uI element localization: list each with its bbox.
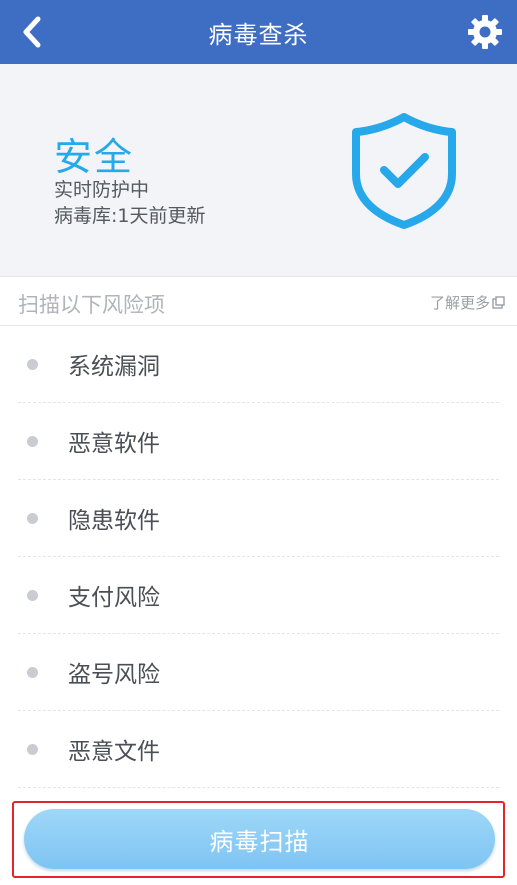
list-item: 恶意软件 [18,403,499,480]
risk-item-label: 恶意文件 [68,739,160,765]
gear-icon [468,15,502,49]
settings-button[interactable] [463,10,507,54]
list-item: 支付风险 [18,557,499,634]
learn-more-link[interactable]: 了解更多 [430,292,505,313]
bullet-dot [27,358,38,370]
list-item: 系统漏洞 [18,326,499,403]
bullet-dot [27,435,38,447]
shield-check-icon [352,113,456,229]
external-link-icon [492,296,505,309]
chevron-left-icon [23,16,41,48]
risk-item-label: 盗号风险 [68,662,160,688]
virus-scan-label: 病毒扫描 [209,827,310,856]
status-panel: 安全 实时防护中 病毒库:1天前更新 [0,64,517,276]
bullet-dot [27,743,38,755]
bullet-dot [27,666,38,678]
learn-more-label: 了解更多 [429,294,490,312]
page-title: 病毒查杀 [208,20,309,49]
bullet-dot [27,589,38,601]
risk-item-label: 恶意软件 [68,431,160,457]
realtime-protection-text: 实时防护中 [54,179,150,201]
section-title: 扫描以下风险项 [18,293,165,317]
back-button[interactable] [10,10,54,54]
risk-item-list: 系统漏洞 恶意软件 隐患软件 支付风险 盗号风险 恶意文件 [0,326,517,788]
top-bar: 病毒查杀 [0,0,517,64]
risk-item-label: 支付风险 [68,585,160,611]
scan-button-highlight: 病毒扫描 [12,801,505,878]
list-item: 盗号风险 [18,634,499,711]
app-screen: 病毒查杀 安全 实时防护中 病毒库:1天前更新 扫描以下风险项 了解更多 系统漏… [0,0,517,885]
list-item: 隐患软件 [18,480,499,557]
risk-item-label: 系统漏洞 [68,354,160,380]
status-headline: 安全 [54,135,135,179]
scan-items-header: 扫描以下风险项 了解更多 [0,276,517,326]
list-item: 恶意文件 [18,711,499,788]
risk-item-label: 隐患软件 [68,508,160,534]
virus-scan-button[interactable]: 病毒扫描 [24,809,495,869]
virus-db-update-text: 病毒库:1天前更新 [54,205,206,227]
bullet-dot [27,512,38,524]
